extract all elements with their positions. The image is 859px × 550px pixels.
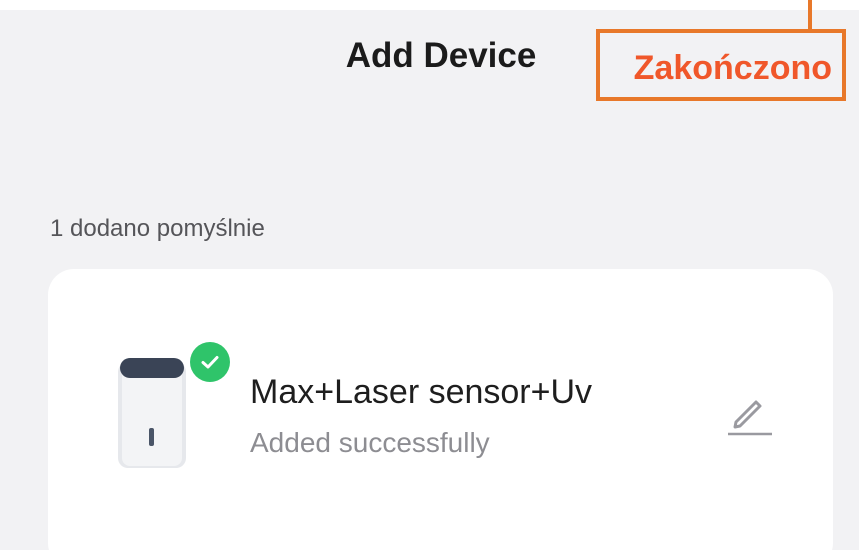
add-device-screen: Add Device Zakończono 1 dodano pomyślnie… bbox=[0, 0, 859, 550]
added-count-label: 1 dodano pomyślnie bbox=[50, 215, 265, 242]
device-status: Added successfully bbox=[250, 427, 490, 458]
device-name: Max+Laser sensor+Uv bbox=[250, 373, 593, 411]
pencil-icon bbox=[728, 400, 772, 436]
sensor-device-icon bbox=[118, 358, 186, 468]
done-button[interactable]: Zakończono bbox=[596, 29, 846, 101]
status-bar-area bbox=[0, 0, 859, 10]
callout-pointer bbox=[808, 0, 812, 30]
edit-button[interactable] bbox=[722, 388, 774, 440]
success-check-icon bbox=[190, 342, 230, 382]
